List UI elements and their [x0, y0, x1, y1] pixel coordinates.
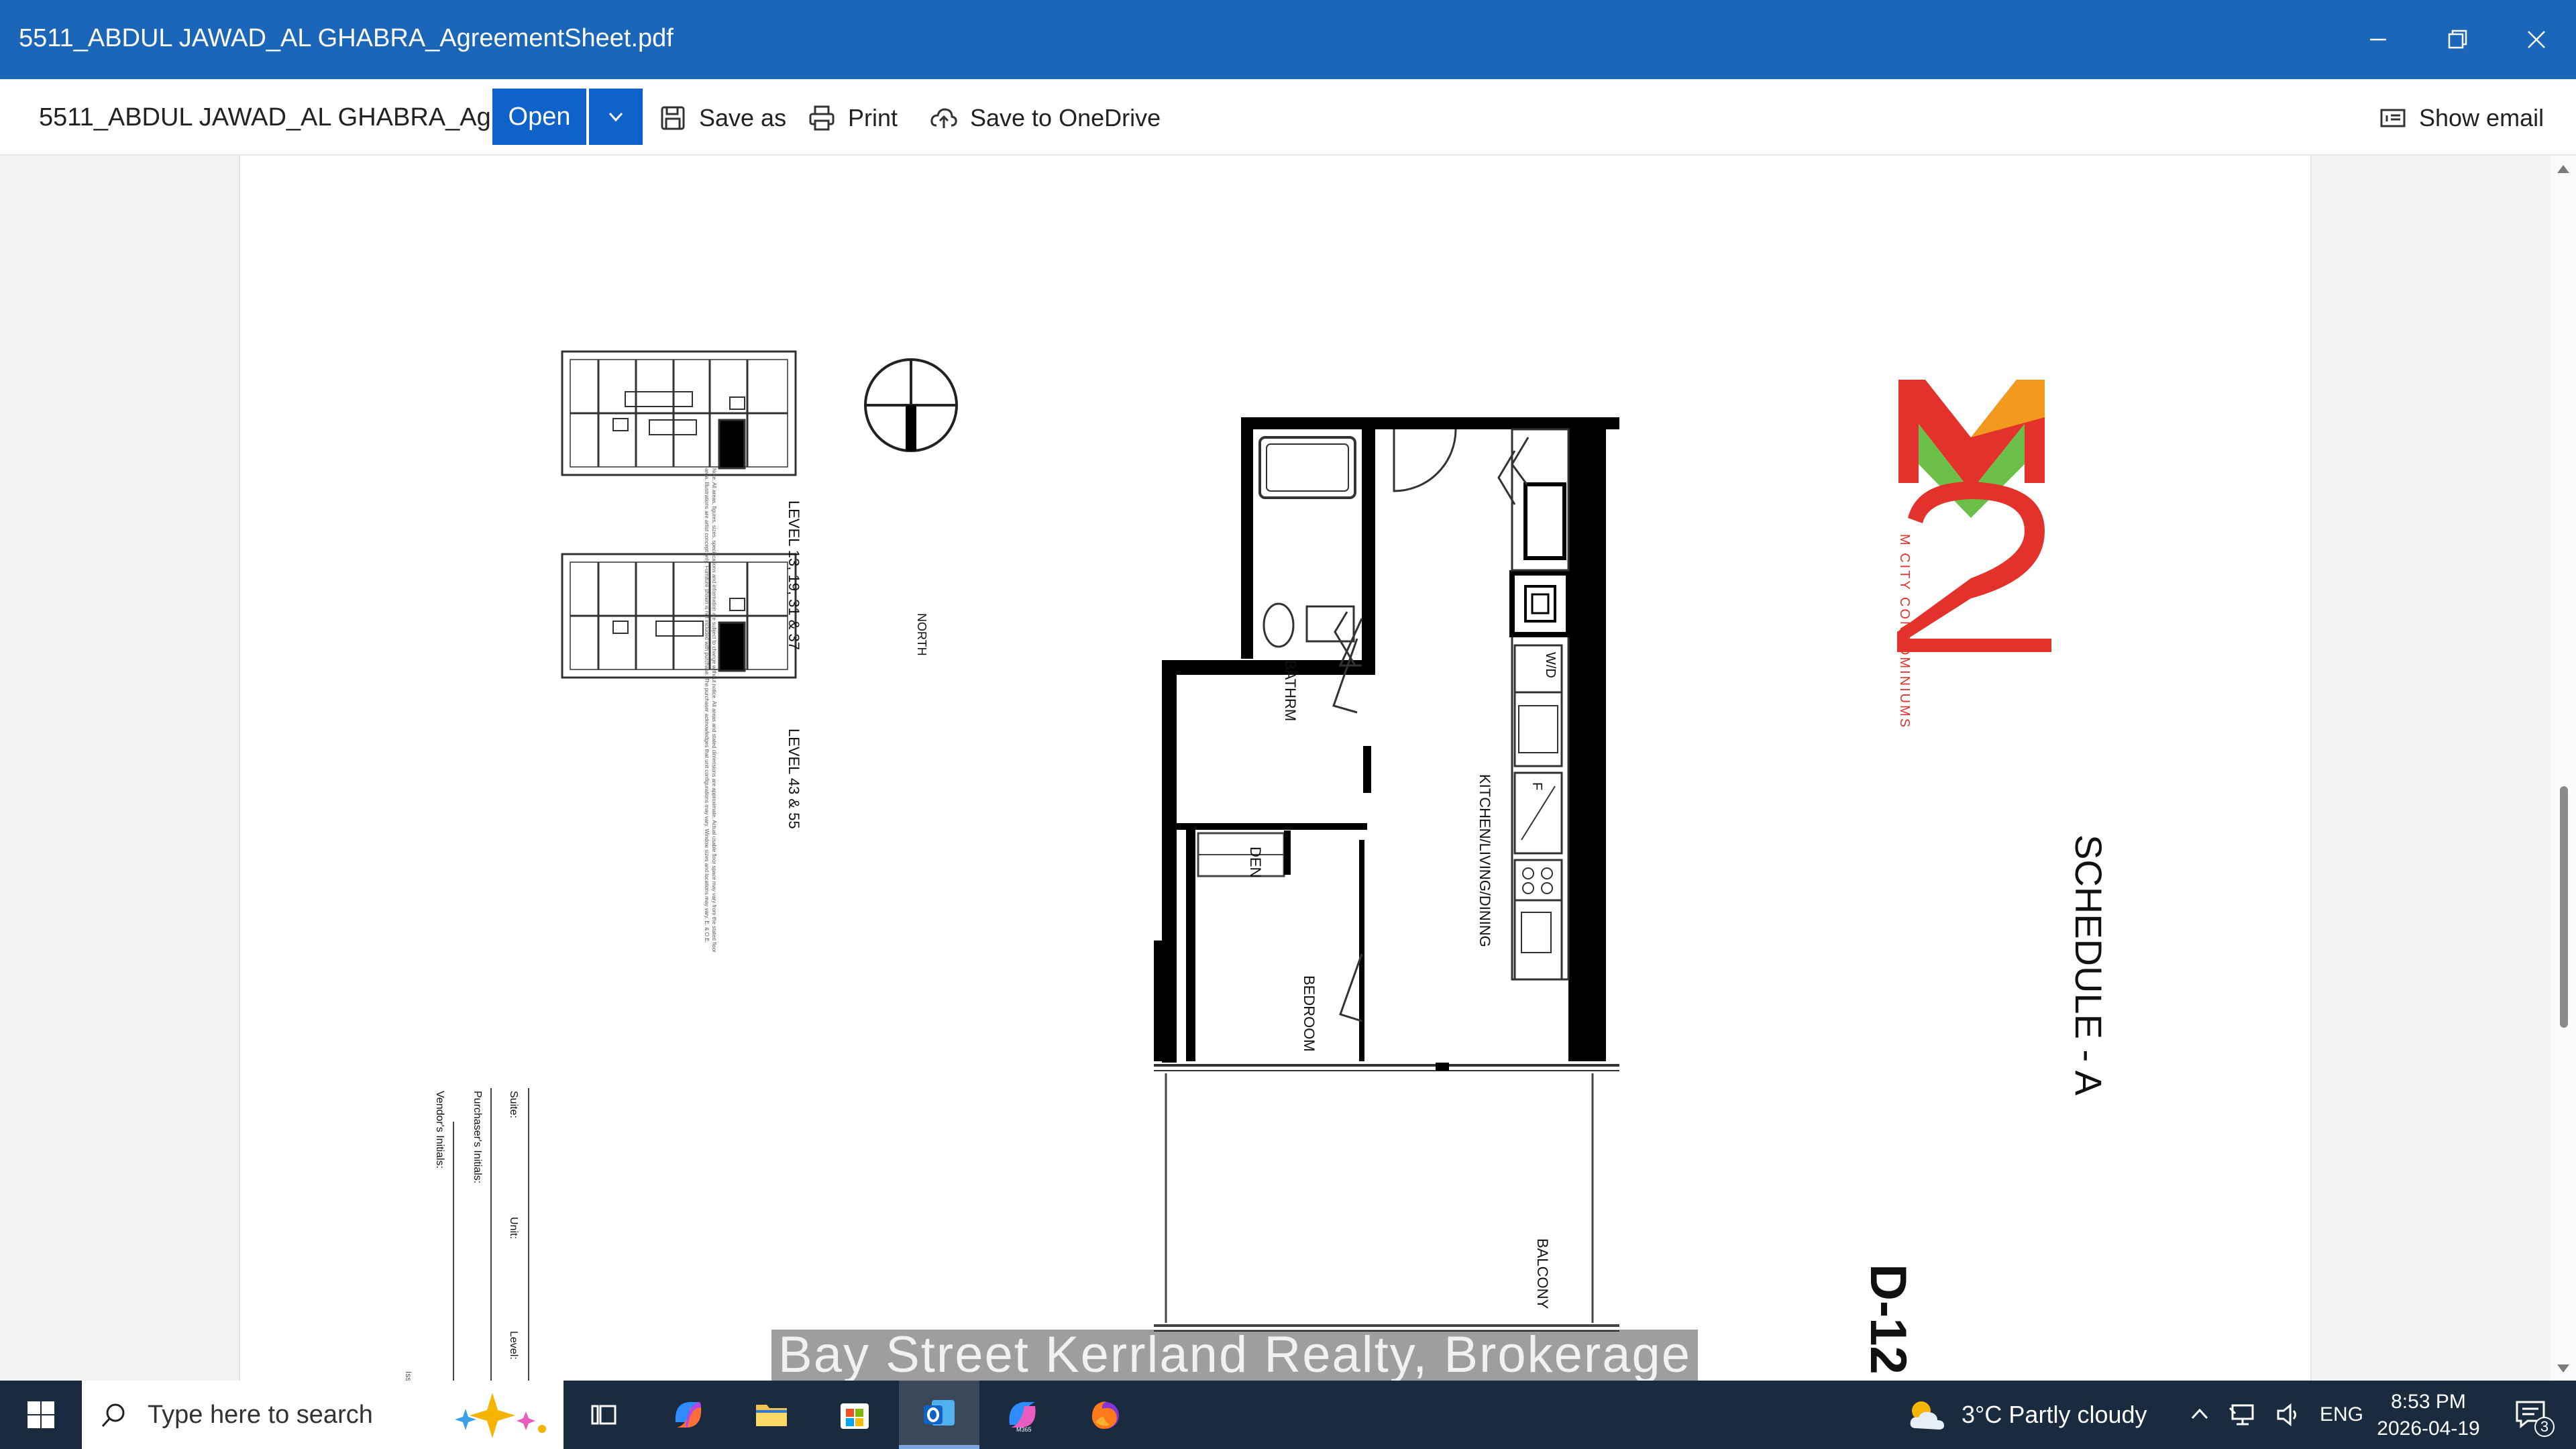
- vertical-scrollbar[interactable]: [2551, 156, 2576, 1381]
- language-indicator[interactable]: ENG: [2320, 1403, 2363, 1426]
- unit-label: D-12: [1860, 1264, 1917, 1375]
- network-icon[interactable]: [2229, 1401, 2258, 1428]
- search-icon: [101, 1403, 125, 1428]
- logo-text: M CITY CONDOMINIUMS: [1897, 534, 1912, 730]
- key-plan-top: [561, 350, 797, 476]
- chevron-up-icon[interactable]: [2188, 1403, 2211, 1426]
- store-icon: [841, 1403, 869, 1429]
- copilot-sparkle-icon: [455, 1393, 546, 1438]
- system-tray: ENG: [2188, 1381, 2363, 1449]
- save-to-onedrive-button[interactable]: Save to OneDrive: [930, 99, 1161, 137]
- scroll-down-icon[interactable]: [2556, 1363, 2571, 1374]
- title-bar: 5511_ABDUL JAWAD_AL GHABRA_AgreementShee…: [0, 0, 2576, 79]
- cloud-upload-icon: [930, 108, 957, 128]
- issue-date: Issue Date: April 2017: [404, 1371, 413, 1381]
- outlook-icon: [924, 1400, 955, 1426]
- copilot-icon: [675, 1402, 702, 1428]
- purchasers-initials-field: Purchaser's Initials:: [472, 1091, 483, 1184]
- scrollbar-thumb[interactable]: [2560, 786, 2568, 1028]
- start-button[interactable]: [0, 1381, 82, 1449]
- notification-center-button[interactable]: 3: [2486, 1381, 2576, 1449]
- north-label: NORTH: [915, 613, 928, 656]
- floor-plan-drawing: [453, 350, 2051, 1381]
- svg-text:M365: M365: [1016, 1426, 1032, 1433]
- taskbar-clock[interactable]: 8:53 PM 2026-04-19: [2375, 1389, 2482, 1442]
- windows-logo-icon: [28, 1401, 54, 1428]
- clock-time: 8:53 PM: [2391, 1391, 2466, 1413]
- key-plan-bottom: [561, 553, 797, 679]
- search-placeholder: Type here to search: [148, 1401, 373, 1429]
- room-label-bathroom: BATHRM: [1282, 660, 1299, 722]
- room-label-kitchen: KITCHEN/LIVING/DINING: [1477, 774, 1493, 947]
- north-arrow: [864, 358, 958, 452]
- taskbar-search-box[interactable]: Type here to search: [82, 1381, 564, 1449]
- save-as-button[interactable]: Save as: [659, 99, 786, 137]
- printer-icon: [809, 105, 835, 131]
- unit-floor-plan: [1154, 417, 1619, 1332]
- watermark-text: Bay Street Kerrland Realty, Brokerage: [771, 1330, 1698, 1381]
- taskbar-file-explorer[interactable]: [731, 1381, 812, 1449]
- toolbar: 5511_ABDUL JAWAD_AL GHABRA_Agree... Open…: [0, 79, 2576, 156]
- print-button[interactable]: Print: [808, 99, 898, 137]
- weather-text: 3°C Partly cloudy: [1962, 1401, 2147, 1428]
- microsoft-365-icon: M365: [1009, 1402, 1036, 1433]
- open-button[interactable]: Open: [492, 89, 586, 145]
- partly-cloudy-icon: [1910, 1401, 1944, 1430]
- restore-button[interactable]: [2418, 0, 2497, 79]
- level-label-b: LEVEL 43 & 55: [786, 729, 802, 829]
- taskbar: Type here to search M365 3°C Partly clou…: [0, 1381, 2576, 1449]
- room-label-den: DEN: [1247, 847, 1264, 878]
- taskbar-outlook[interactable]: [899, 1381, 979, 1449]
- taskbar-firefox[interactable]: [1065, 1381, 1146, 1449]
- save-to-onedrive-label: Save to OneDrive: [970, 104, 1161, 131]
- firefox-icon: [1091, 1401, 1119, 1429]
- minimize-icon: [2370, 38, 2386, 41]
- minimize-button[interactable]: [2339, 0, 2418, 79]
- room-label-balcony: BALCONY: [1534, 1238, 1551, 1309]
- suite-field: Suite:: [508, 1091, 519, 1118]
- email-icon: [2380, 109, 2406, 127]
- close-button[interactable]: [2497, 0, 2576, 79]
- folder-icon: [756, 1405, 787, 1426]
- print-label: Print: [848, 104, 898, 131]
- clock-date: 2026-04-19: [2377, 1417, 2480, 1440]
- taskbar-copilot[interactable]: [648, 1381, 729, 1449]
- level-field: Level:: [508, 1331, 519, 1360]
- room-label-wd: W/D: [1543, 652, 1558, 678]
- taskbar-microsoft-365[interactable]: M365: [982, 1381, 1063, 1449]
- unit-field: Unit:: [508, 1217, 519, 1239]
- disclaimer-text: Note: All areas, figures, sizes, specifi…: [704, 468, 717, 953]
- pdf-viewer-window: 5511_ABDUL JAWAD_AL GHABRA_AgreementShee…: [0, 0, 2576, 1449]
- restore-icon: [2448, 30, 2467, 49]
- document-viewport[interactable]: LEVEL 13, 19, 31 & 37 LEVEL 43 & 55 NORT…: [0, 156, 2576, 1381]
- save-as-label: Save as: [699, 104, 787, 131]
- file-name-label: 5511_ABDUL JAWAD_AL GHABRA_Agree...: [39, 103, 549, 131]
- room-label-fridge: F: [1529, 782, 1544, 791]
- level-label-a: LEVEL 13, 19, 31 & 37: [786, 500, 802, 651]
- m-city-logo: [1897, 380, 2051, 652]
- save-icon: [661, 106, 685, 130]
- task-view-icon: [591, 1405, 616, 1425]
- scroll-up-icon[interactable]: [2556, 164, 2571, 174]
- window-title: 5511_ABDUL JAWAD_AL GHABRA_AgreementShee…: [19, 24, 674, 52]
- open-dropdown-button[interactable]: [589, 89, 643, 145]
- close-icon: [2528, 31, 2545, 48]
- show-email-button[interactable]: Show email: [2379, 99, 2544, 137]
- pdf-page: LEVEL 13, 19, 31 & 37 LEVEL 43 & 55 NORT…: [239, 156, 2312, 1381]
- taskbar-microsoft-store[interactable]: [814, 1381, 895, 1449]
- volume-icon[interactable]: [2275, 1401, 2302, 1428]
- chevron-down-icon: [608, 112, 623, 122]
- vendors-initials-field: Vendor's Initials:: [434, 1091, 445, 1169]
- notification-count-badge: 3: [2534, 1417, 2555, 1437]
- show-email-label: Show email: [2419, 104, 2544, 131]
- weather-widget[interactable]: 3°C Partly cloudy: [1904, 1381, 2147, 1449]
- schedule-title: SCHEDULE - A: [2068, 835, 2110, 1095]
- task-view-button[interactable]: [564, 1381, 644, 1449]
- room-label-bedroom: BEDROOM: [1301, 975, 1318, 1052]
